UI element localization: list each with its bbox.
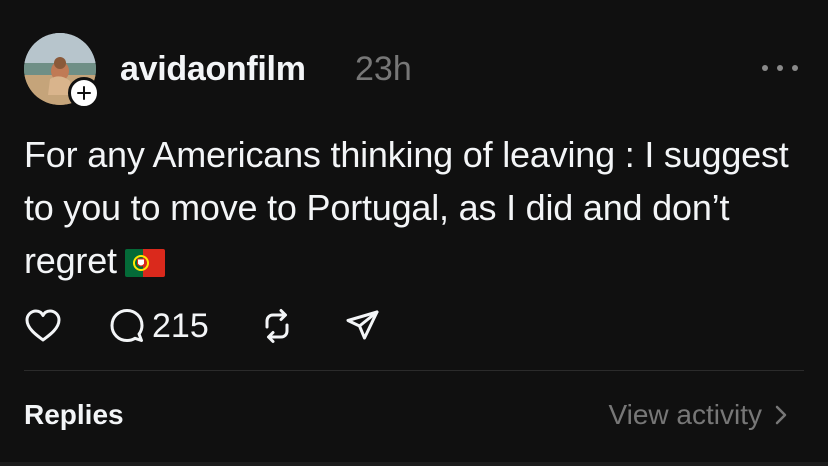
comment-icon [110,309,144,342]
dot [777,65,783,71]
avatar[interactable] [24,33,100,109]
heart-icon [25,309,61,342]
more-options-button[interactable] [762,58,798,78]
post-body: For any Americans thinking of leaving : … [24,128,804,291]
plus-icon [77,86,91,100]
like-button[interactable] [24,306,62,346]
chevron-right-icon [775,405,787,425]
reply-button[interactable]: 215 [108,306,209,346]
replies-count: 215 [152,307,209,345]
view-activity-link[interactable]: View activity [608,398,792,432]
share-button[interactable] [344,306,382,346]
repost-icon [265,309,289,343]
follow-plus-button[interactable] [68,77,100,109]
portugal-flag-icon [124,238,165,291]
username[interactable]: avidaonfilm [120,49,306,89]
timestamp: 23h [355,50,412,88]
view-activity-label: View activity [608,399,762,430]
divider [24,370,804,371]
repost-button[interactable] [258,306,296,346]
dot [762,65,768,71]
thread-post: avidaonfilm 23h For any Americans thinki… [0,0,828,466]
bottom-divider [0,462,828,466]
dot [792,65,798,71]
send-icon [346,310,379,340]
replies-heading[interactable]: Replies [24,398,124,432]
